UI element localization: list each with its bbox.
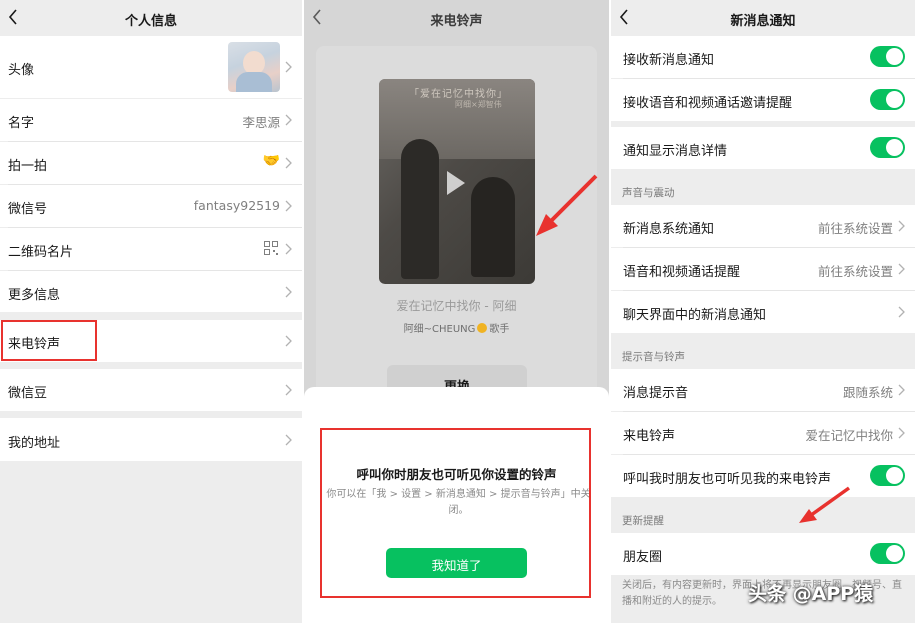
- row-value: 前往系统设置: [817, 264, 893, 279]
- row-label: 微信豆: [8, 386, 48, 401]
- chevron-right-icon: [898, 263, 905, 275]
- toggle-switch[interactable]: [870, 89, 905, 110]
- row-label: 头像: [8, 63, 35, 78]
- notification-settings-screen: 新消息通知 接收新消息通知 接收语音和视频通话邀请提醒 通知显示消息详情 声音与…: [611, 0, 915, 623]
- page-title: 来电铃声: [430, 14, 483, 29]
- chevron-right-icon: [898, 220, 905, 232]
- row-label: 二维码名片: [8, 245, 74, 260]
- qr-code-icon: [264, 241, 278, 255]
- row-ringtone-audible: 呼叫我时朋友也可听见我的来电铃声: [611, 455, 915, 497]
- artist-tag: 歌手: [489, 324, 510, 335]
- section-title: 更新提醒: [622, 515, 664, 527]
- row-name[interactable]: 名字 李思源: [0, 99, 302, 141]
- annotation-arrow: [536, 174, 598, 236]
- annotation-arrow: [799, 486, 851, 523]
- chevron-right-icon: [898, 306, 905, 318]
- highlight-box: [320, 428, 591, 598]
- row-wechat-id[interactable]: 微信号 fantasy92519: [0, 185, 302, 227]
- chevron-right-icon: [285, 114, 292, 126]
- page-title: 新消息通知: [730, 14, 796, 29]
- navbar: 新消息通知: [611, 0, 915, 36]
- highlight-box: [1, 320, 97, 361]
- row-label: 消息提示音: [623, 386, 689, 401]
- row-call-invite-alerts: 接收语音和视频通话邀请提醒: [611, 79, 915, 121]
- row-qr-code[interactable]: 二维码名片: [0, 228, 302, 270]
- chevron-right-icon: [285, 243, 292, 255]
- row-call-reminder[interactable]: 语音和视频通话提醒 前往系统设置: [611, 248, 915, 290]
- chevron-right-icon: [285, 384, 292, 396]
- navbar: 来电铃声: [304, 0, 609, 36]
- song-title: 爱在记忆中找你 - 阿细: [396, 299, 517, 313]
- row-label: 朋友圈: [623, 550, 663, 565]
- row-in-chat-notification[interactable]: 聊天界面中的新消息通知: [611, 291, 915, 333]
- toggle-switch[interactable]: [870, 137, 905, 158]
- verified-icon: [477, 323, 488, 333]
- play-icon[interactable]: [447, 171, 465, 195]
- chevron-right-icon: [898, 427, 905, 439]
- row-label: 聊天界面中的新消息通知: [623, 308, 767, 323]
- row-label: 接收语音和视频通话邀请提醒: [623, 96, 793, 111]
- chevron-right-icon: [285, 286, 292, 298]
- row-value: 爱在记忆中找你: [805, 428, 893, 443]
- chevron-right-icon: [285, 200, 292, 212]
- ringtone-screen: 来电铃声 「爱在记忆中找你」 阿细×郑智伟 爱在记忆中找你 - 阿细 阿细~CH…: [304, 0, 609, 623]
- row-label: 语音和视频通话提醒: [623, 265, 741, 280]
- row-wechat-beans[interactable]: 微信豆: [0, 369, 302, 411]
- chevron-right-icon: [285, 157, 292, 169]
- row-label: 更多信息: [8, 288, 61, 303]
- row-message-tone[interactable]: 消息提示音 跟随系统: [611, 369, 915, 411]
- row-value: 跟随系统: [842, 385, 893, 400]
- row-more-info[interactable]: 更多信息: [0, 271, 302, 312]
- watermark: 头条 @APP猿: [748, 583, 874, 605]
- cover-subtitle: 阿细×郑智伟: [455, 100, 502, 109]
- toggle-switch[interactable]: [870, 465, 905, 486]
- row-moments: 朋友圈: [611, 533, 915, 575]
- navbar: 个人信息: [0, 0, 302, 36]
- artist-name: 阿细~CHEUNG: [403, 324, 476, 335]
- row-label: 微信号: [8, 202, 48, 217]
- album-cover[interactable]: 「爱在记忆中找你」 阿细×郑智伟: [379, 79, 535, 284]
- personal-info-screen: 个人信息 头像 名字 李思源 拍一拍 🤝 微信号 fantasy92519 二维…: [0, 0, 302, 623]
- page-title: 个人信息: [124, 14, 177, 29]
- toggle-switch[interactable]: [870, 543, 905, 564]
- row-label: 名字: [8, 116, 35, 131]
- cover-banner: 「爱在记忆中找你」: [409, 89, 508, 100]
- chevron-right-icon: [285, 434, 292, 446]
- avatar[interactable]: [228, 42, 280, 92]
- row-system-notification[interactable]: 新消息系统通知 前往系统设置: [611, 205, 915, 247]
- section-title: 提示音与铃声: [622, 351, 685, 363]
- row-label: 拍一拍: [8, 159, 48, 174]
- row-label: 新消息系统通知: [623, 222, 715, 237]
- row-value: 前往系统设置: [817, 221, 893, 236]
- row-show-details: 通知显示消息详情: [611, 127, 915, 169]
- chevron-right-icon: [898, 384, 905, 396]
- artist-line: 阿细~CHEUNG 歌手: [304, 320, 609, 335]
- row-label: 来电铃声: [623, 429, 676, 444]
- chevron-right-icon: [285, 335, 292, 347]
- pat-value: 🤝: [262, 153, 280, 169]
- row-pat[interactable]: 拍一拍 🤝: [0, 142, 302, 184]
- row-receive-notifications: 接收新消息通知: [611, 36, 915, 78]
- row-label: 通知显示消息详情: [623, 144, 728, 159]
- name-value: 李思源: [242, 115, 280, 130]
- chevron-right-icon: [285, 61, 292, 73]
- row-ringtone[interactable]: 来电铃声 爱在记忆中找你: [611, 412, 915, 454]
- row-label: 我的地址: [8, 436, 61, 451]
- wechat-id-value: fantasy92519: [193, 198, 280, 213]
- row-my-address[interactable]: 我的地址: [0, 418, 302, 461]
- row-label: 接收新消息通知: [623, 53, 715, 68]
- toggle-switch[interactable]: [870, 46, 905, 67]
- section-title: 声音与震动: [622, 187, 675, 199]
